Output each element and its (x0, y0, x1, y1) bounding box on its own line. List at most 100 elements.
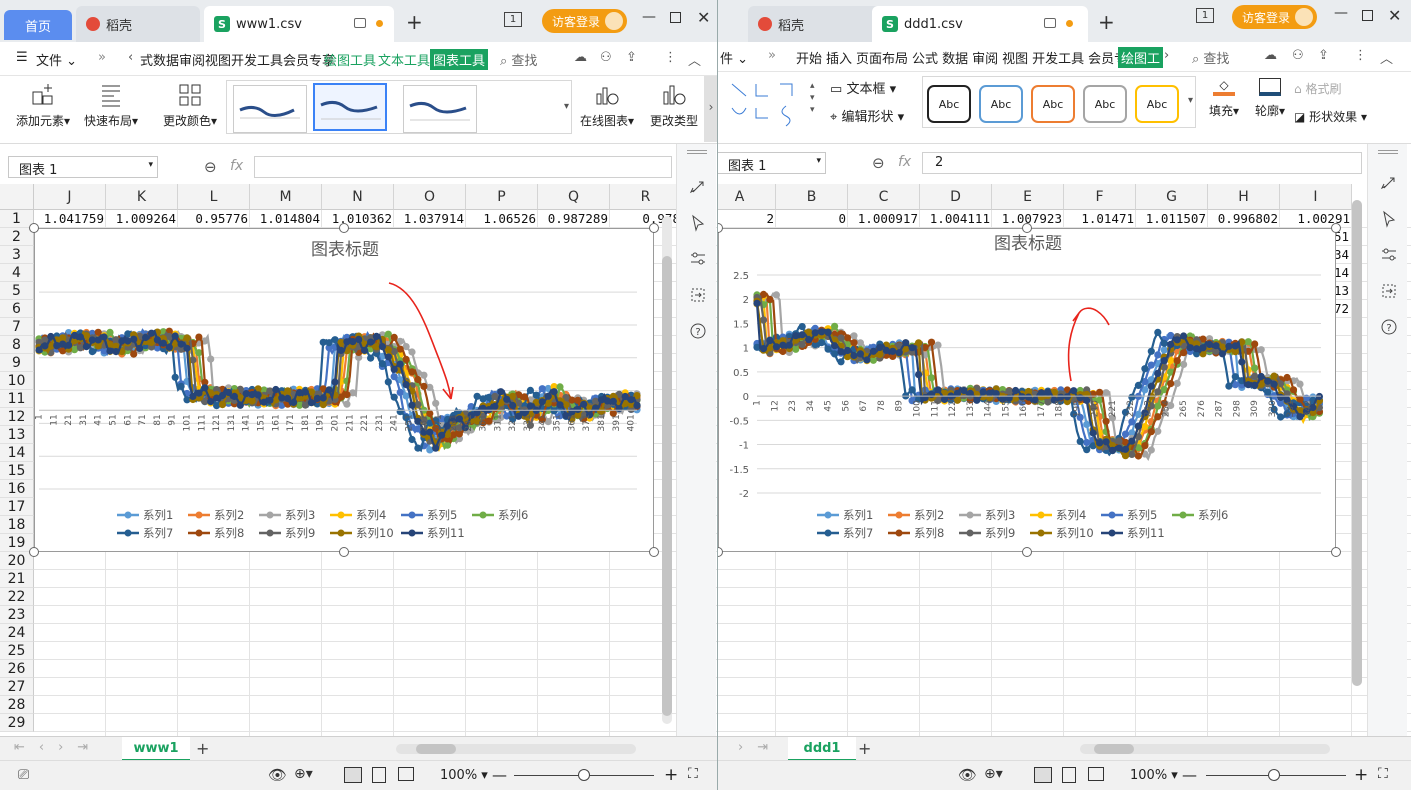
sheet-tab-www1[interactable]: www1 (122, 737, 190, 761)
column-header[interactable]: N (322, 184, 394, 210)
more-chevron-icon[interactable]: » (98, 50, 106, 65)
maximize-icon[interactable] (1362, 10, 1373, 21)
reading-view-icon[interactable] (1088, 767, 1104, 781)
column-header[interactable]: D (920, 184, 992, 210)
tab-chart-tools[interactable]: 图表工具 (430, 49, 489, 70)
zoom-in-icon[interactable]: + (1354, 765, 1368, 785)
cell-row1[interactable]: 1.01471 (1064, 210, 1136, 228)
swap-data-icon[interactable] (1380, 282, 1398, 300)
new-tab-plus-icon[interactable]: + (406, 10, 423, 34)
cursor-select-icon[interactable] (1380, 210, 1398, 228)
row-header[interactable]: 22 (0, 588, 34, 606)
monitor-icon[interactable] (354, 18, 366, 28)
scroll-left-chevron-icon[interactable]: ‹ (128, 50, 133, 65)
legend-item-3[interactable]: 系列3 (259, 508, 315, 522)
row-header[interactable]: 8 (0, 336, 34, 354)
cell-row1[interactable]: 0.987289 (538, 210, 610, 228)
style-gallery-more-icon[interactable]: ▾ (1188, 95, 1193, 106)
fx-icon[interactable]: fx (898, 154, 911, 170)
row-header[interactable]: 4 (0, 264, 34, 282)
column-header[interactable]: A (718, 184, 776, 210)
share-user-icon[interactable]: ⚇ (1292, 48, 1304, 63)
legend-item-3[interactable]: 系列3 (959, 508, 1015, 522)
zoom-slider-knob[interactable] (578, 769, 590, 781)
toolbar-scroll-right-icon[interactable]: › (704, 76, 717, 142)
column-header[interactable]: H (1208, 184, 1280, 210)
column-header[interactable]: R (610, 184, 682, 210)
normal-view-icon[interactable] (344, 767, 362, 783)
column-header[interactable]: P (466, 184, 538, 210)
column-header[interactable]: Q (538, 184, 610, 210)
resize-handle[interactable] (1331, 547, 1341, 557)
change-color-button[interactable]: 更改颜色▾ (158, 82, 222, 129)
resize-handle[interactable] (339, 547, 349, 557)
shape-style-gray[interactable]: Abc (1083, 85, 1127, 123)
cell-row1[interactable]: 0.996802 (1208, 210, 1280, 228)
legend-item-1[interactable]: 系列1 (117, 508, 173, 522)
row-header[interactable]: 13 (0, 426, 34, 444)
monitor-icon[interactable] (1044, 18, 1056, 28)
visitor-login-button[interactable]: 访客登录 (542, 9, 628, 33)
legend-item-10[interactable]: 系列10 (1030, 526, 1094, 540)
chart-style-2[interactable] (313, 83, 387, 131)
add-sheet-icon[interactable]: + (196, 739, 209, 758)
name-box-dropdown-icon[interactable]: ▾ (816, 156, 821, 166)
shape-style-orange[interactable]: Abc (1031, 85, 1075, 123)
right-spreadsheet-grid[interactable]: A B C D E F G H I 2 0 1.000917 1.004111 1.007923 1.014… (718, 184, 1411, 736)
row-header[interactable]: 14 (0, 444, 34, 462)
column-header[interactable]: I (1280, 184, 1352, 210)
legend-item-2[interactable]: 系列2 (888, 508, 944, 522)
tab-home[interactable]: 首页 (4, 10, 72, 40)
export-icon[interactable]: ⇪ (626, 50, 637, 65)
add-sheet-icon[interactable]: + (858, 739, 871, 758)
legend-item-4[interactable]: 系列4 (330, 508, 386, 522)
text-box-button[interactable]: ▭ 文本框 ▾ (830, 78, 896, 97)
close-icon[interactable]: ✕ (697, 8, 710, 27)
left-vscroll-thumb[interactable] (662, 256, 672, 716)
row-header[interactable]: 21 (0, 570, 34, 588)
chart-style-1[interactable] (233, 85, 307, 133)
legend-item-7[interactable]: 系列7 (117, 526, 173, 540)
add-element-button[interactable]: 添加元素▾ (12, 82, 74, 129)
menu-hamburger-icon[interactable]: ☰ (16, 50, 28, 65)
resize-handle[interactable] (339, 223, 349, 233)
resize-handle[interactable] (29, 223, 39, 233)
row-header[interactable]: 6 (0, 300, 34, 318)
column-header[interactable]: E (992, 184, 1064, 210)
column-header[interactable]: J (34, 184, 106, 210)
ribbon-tab-2[interactable]: 页面布局 (856, 48, 908, 67)
row-header[interactable]: 5 (0, 282, 34, 300)
column-header[interactable]: M (250, 184, 322, 210)
row-header[interactable]: 27 (0, 678, 34, 696)
ribbon-tab-1[interactable]: 插入 (826, 48, 852, 67)
cell-row1[interactable]: 2 (718, 210, 776, 228)
row-header[interactable]: 16 (0, 480, 34, 498)
rocket-icon[interactable] (689, 178, 707, 196)
tab-text-tools[interactable]: 文本工具 (378, 50, 430, 69)
edit-shape-button[interactable]: ⌖ 编辑形状 ▾ (830, 106, 904, 125)
legend-item-6[interactable]: 系列6 (472, 508, 528, 522)
zoom-level[interactable]: 100% ▾ (440, 768, 488, 783)
ribbon-tab-4[interactable]: 数据 (942, 48, 968, 67)
resize-handle[interactable] (718, 547, 723, 557)
ribbon-tab-group[interactable]: 式数据审阅视图开发工具会员专享 (140, 50, 335, 69)
shape-effect-button[interactable]: ◪ 形状效果 ▾ (1294, 108, 1367, 125)
collapse-ribbon-icon[interactable]: ︿ (688, 50, 701, 69)
shape-style-black[interactable]: Abc (927, 85, 971, 123)
resize-handle[interactable] (1022, 547, 1032, 557)
resize-handle[interactable] (1022, 223, 1032, 233)
chart-container[interactable]: 图表标题 2.5 2 1.5 1 0.5 0 -0.5 -1 -1.5 -2 1 12 23 34 45 56 6… (718, 228, 1336, 552)
eye-protect-icon[interactable]: 👁 (958, 766, 977, 784)
column-header[interactable]: L (178, 184, 250, 210)
chart-title[interactable]: 图表标题 (994, 234, 1062, 254)
visitor-login-button[interactable]: 访客登录 (1232, 5, 1318, 29)
cell-row1[interactable]: 1.041759 (34, 210, 106, 228)
chart-container[interactable]: 图表标题 1 11 21 31 41 51 61 71 81 91 101 111 121 131 141 15… (34, 228, 654, 552)
file-menu[interactable]: 文件 ⌄ (36, 50, 77, 69)
column-header[interactable]: G (1136, 184, 1208, 210)
tab-ddd1[interactable]: Sddd1.csv (872, 6, 1088, 42)
row-header[interactable]: 3 (0, 246, 34, 264)
resize-handle[interactable] (649, 547, 659, 557)
ribbon-tab-7[interactable]: 开发工具 (1032, 48, 1084, 67)
zoom-formula-icon[interactable]: ⊖ (872, 154, 885, 172)
